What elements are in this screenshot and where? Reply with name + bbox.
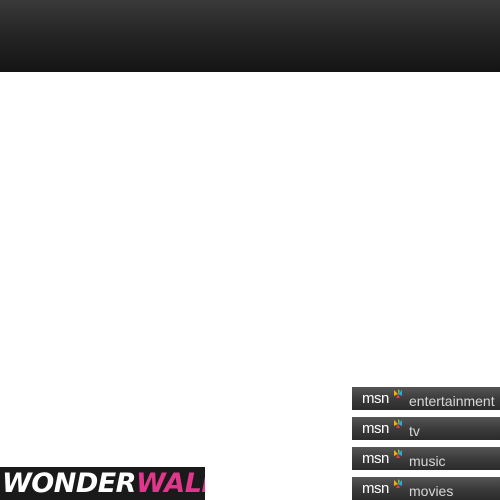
msn-logo-text: msn [362,450,389,467]
msn-logo-text: msn [362,420,389,437]
msn-butterfly-icon [394,419,402,428]
msn-butterfly-icon [394,389,402,398]
msn-entertainment-link[interactable]: msn entertainment [352,387,500,410]
msn-logo-text: msn [362,480,389,497]
wonderwall-logo[interactable]: WONDERWALL [0,467,205,500]
msn-tv-link[interactable]: msn tv [352,417,500,440]
msn-movies-link[interactable]: msn movies [352,477,500,500]
logo-part-wonder: WONDER [2,468,136,499]
section-label: tv [409,423,420,439]
section-label: entertainment [409,393,495,409]
top-header-bar [0,0,500,72]
section-label: music [409,453,446,469]
msn-music-link[interactable]: msn music [352,447,500,470]
section-label: movies [409,483,454,499]
msn-butterfly-icon [394,479,402,488]
msn-butterfly-icon [394,449,402,458]
wonderwall-wordmark: WONDERWALL [2,469,205,499]
msn-logo-text: msn [362,390,389,407]
logo-part-wall: WALL [135,468,205,499]
